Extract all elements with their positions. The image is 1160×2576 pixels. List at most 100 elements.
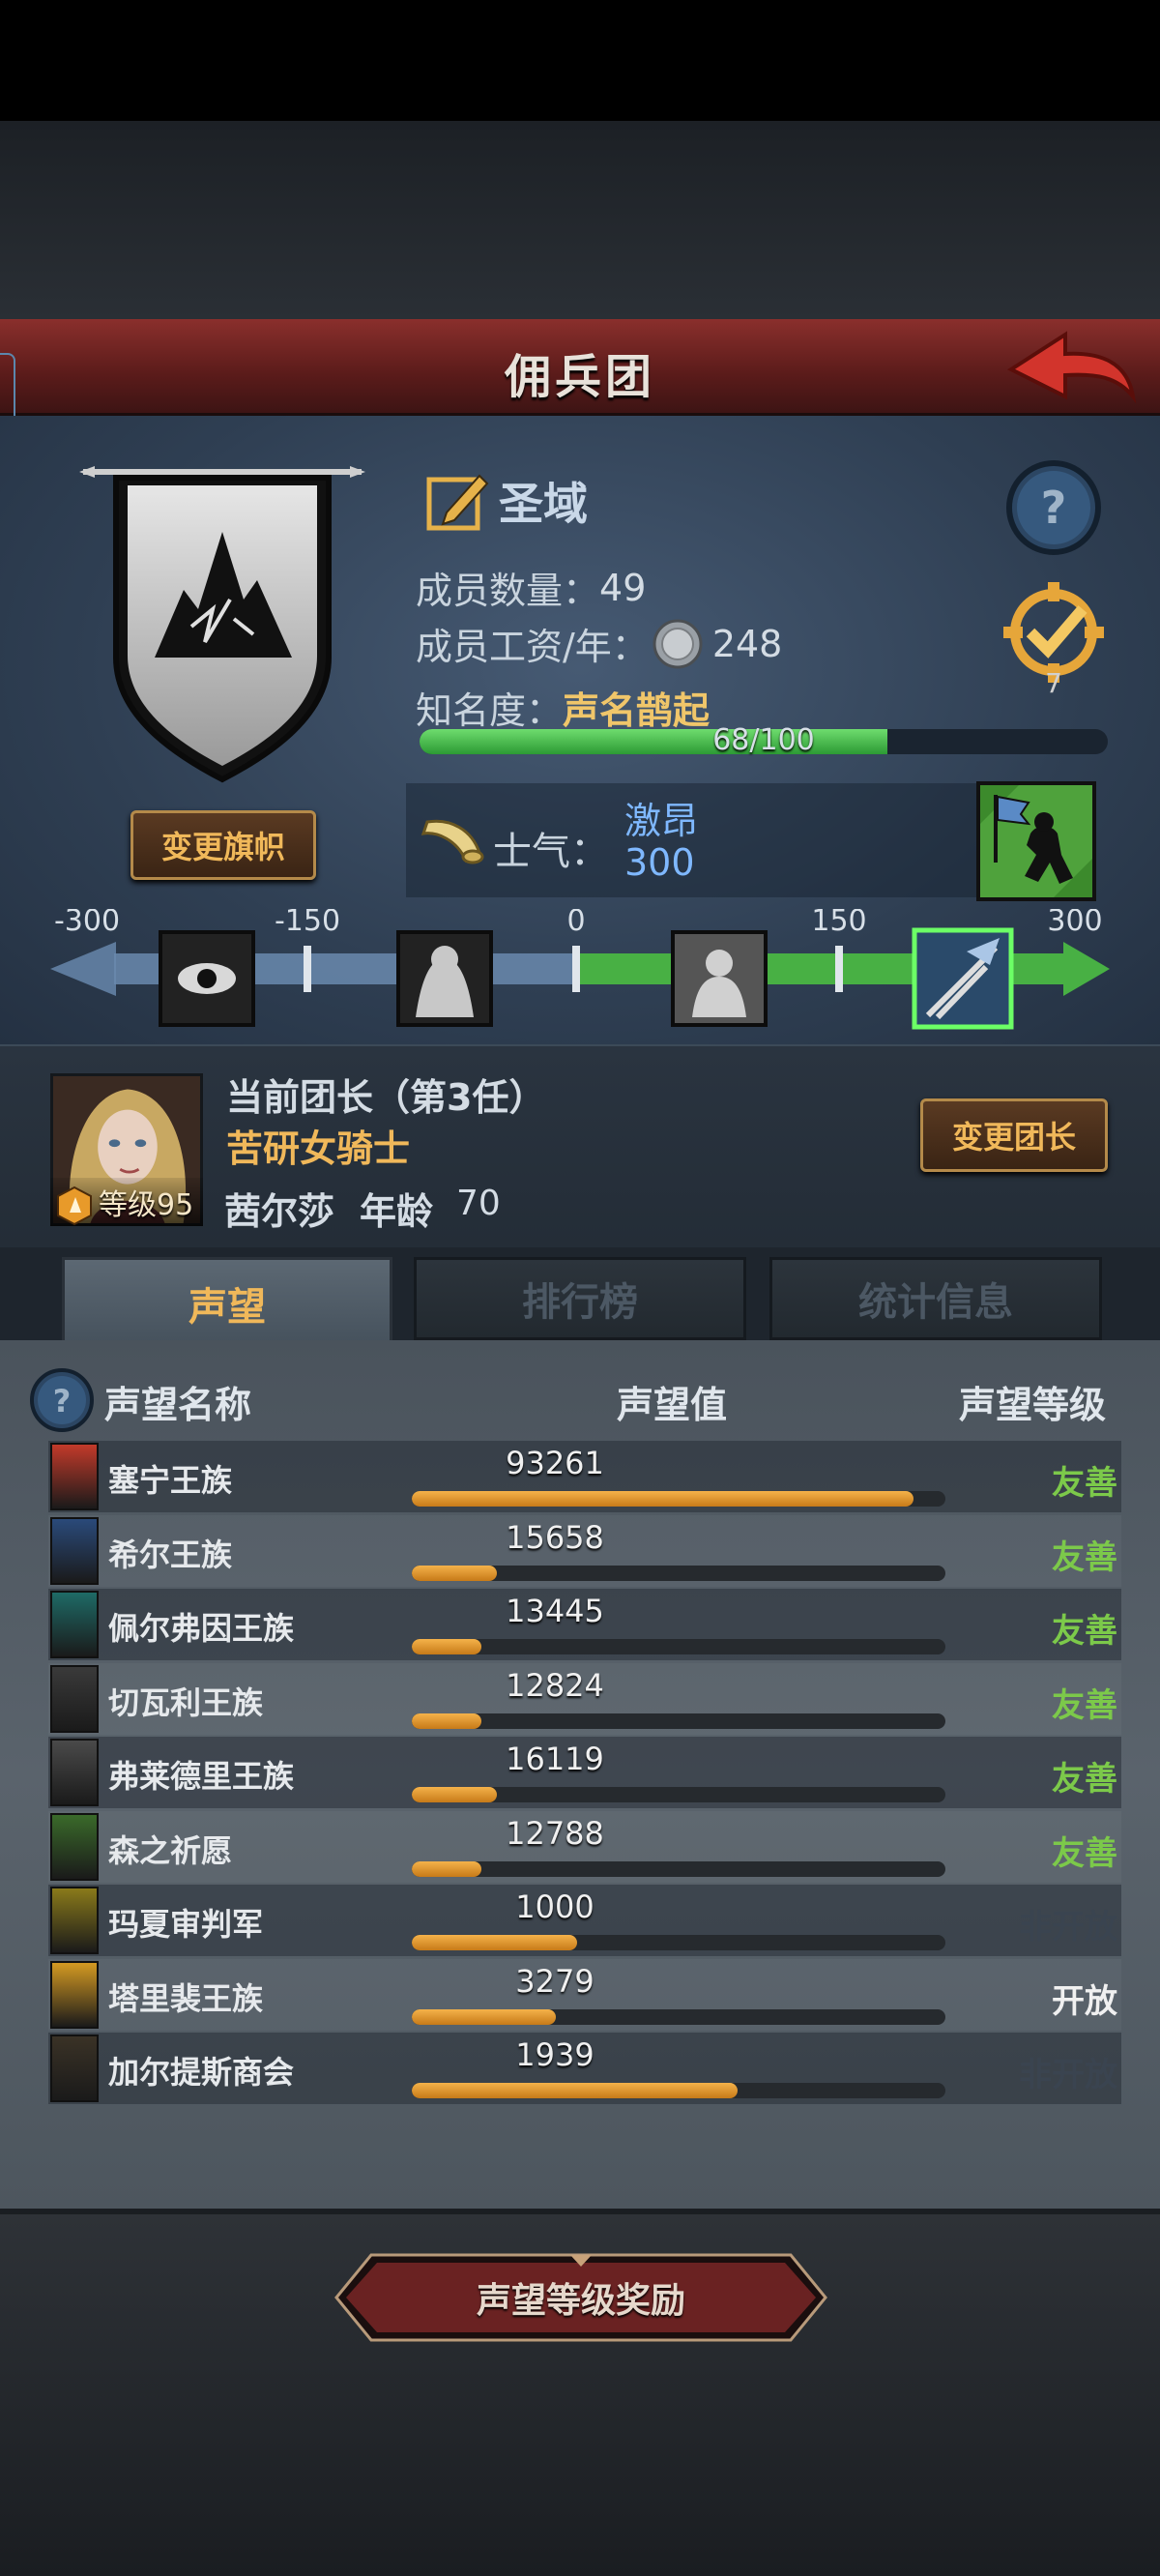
faction-emblem-icon [50,1591,99,1658]
reputation-level: 友善 [1052,1833,1117,1873]
achievement-icon[interactable]: 7 [1001,580,1106,696]
header-rep-name: 声望名称 [104,1384,252,1426]
reputation-value: 3279 [515,1962,594,2000]
morale-status-icon[interactable] [976,781,1096,901]
reputation-reward-label: 声望等级奖励 [476,2281,685,2321]
header-rep-level: 声望等级 [959,1384,1107,1426]
reputation-bar [412,1787,945,1802]
morale-scale-tick [304,946,311,992]
morale-scale-label: -300 [54,909,120,938]
morale-scale-tick [572,946,580,992]
morale-label: 士气： [493,830,609,874]
reputation-bar-fill [412,2008,557,2025]
reputation-value: 93261 [506,1445,604,1481]
reputation-level: 友善 [1052,1685,1117,1725]
faction-emblem-icon [50,2034,99,2102]
reputation-level: 友善 [1052,1612,1117,1651]
reputation-row[interactable]: 佩尔弗因王族 13445 友善 [48,1589,1121,1660]
reputation-level: 友善 [1052,1464,1117,1503]
morale-scale: -300 -150 0 150 300 [50,909,1110,1030]
reputation-value: 12824 [506,1666,604,1704]
morale-icon-high[interactable] [912,927,1014,1030]
leader-class: 苦研女骑士 [226,1127,411,1170]
change-leader-button[interactable]: 变更团长 [920,1098,1108,1172]
faction-name: 森之祈愿 [108,1831,233,1869]
reputation-level: 非开放 [1019,2056,1117,2094]
reputation-bar-fill [412,1712,481,1729]
silver-coin-icon [652,619,703,668]
reputation-bar [412,2083,945,2098]
reputation-level: 非开放 [1019,1908,1117,1947]
level-hex-icon [57,1186,92,1226]
reputation-value: 1000 [515,1888,594,1925]
reputation-value: 1939 [515,2036,594,2073]
reputation-bar [412,2008,945,2025]
svg-text:?: ? [1041,482,1067,534]
faction-name: 塔里裴王族 [108,1979,264,2017]
tab-ranking[interactable]: 排行榜 [414,1257,746,1340]
salary-label: 成员工资/年： [416,626,649,668]
change-flag-button[interactable]: 变更旗帜 [130,810,316,880]
reputation-bar [412,1565,945,1581]
reputation-value: 12788 [506,1814,604,1852]
reputation-bar-fill [412,2083,738,2098]
top-status-area [0,0,1160,121]
leader-level-badge: 等级95 [50,1178,203,1226]
leader-age-label: 年龄 [360,1190,434,1233]
reputation-row[interactable]: 希尔王族 15658 友善 [48,1514,1121,1587]
reputation-row[interactable]: 弗莱德里王族 16119 友善 [48,1737,1121,1808]
tab-reputation[interactable]: 声望 [62,1257,392,1346]
tab-statistics[interactable]: 统计信息 [769,1257,1102,1340]
faction-name: 加尔提斯商会 [108,2054,295,2091]
reputation-row[interactable]: 塔里裴王族 3279 开放 [48,1958,1121,2031]
header-rep-value: 声望值 [617,1384,728,1426]
morale-icon-despair[interactable] [159,930,255,1027]
morale-state: 激昂 [624,800,699,842]
reputation-row[interactable]: 森之祈愿 12788 友善 [48,1810,1121,1883]
page-title: 佣兵团 [504,350,655,404]
reputation-bar [412,1935,945,1950]
leader-age: 70 [456,1184,501,1223]
reputation-level: 开放 [1052,1981,1117,2021]
faction-name: 塞宁王族 [108,1462,233,1499]
morale-scale-tick [835,946,843,992]
fame-progress-text: 68/100 [712,723,815,757]
reputation-bar-fill [412,1565,498,1581]
reputation-bar [412,1639,945,1654]
morale-scale-label: -150 [275,909,340,938]
reputation-level: 友善 [1052,1760,1117,1799]
achievement-count: 7 [1045,667,1062,696]
help-icon[interactable]: ? [1005,459,1102,556]
reputation-row[interactable]: 玛夏审判军 1000 非开放 [48,1885,1121,1956]
svg-text:?: ? [53,1383,72,1420]
list-help-icon[interactable]: ? [29,1367,95,1433]
leader-level: 等级95 [99,1188,194,1222]
reputation-bar-fill [412,1860,481,1877]
reputation-row[interactable]: 切瓦利王族 12824 友善 [48,1662,1121,1735]
members-count: 49 [599,566,647,609]
salary-value: 248 [711,622,783,665]
faction-emblem-icon [50,1812,99,1881]
reputation-bar [412,1860,945,1877]
salary-row: 成员工资/年： 248 [416,617,782,670]
guild-banner-icon[interactable] [77,464,367,793]
reputation-bar-fill [412,1491,914,1507]
reputation-value: 16119 [506,1741,604,1777]
morale-scale-label: 150 [811,909,866,938]
leader-title: 当前团长（第3任） [226,1076,546,1119]
reputation-row[interactable]: 塞宁王族 93261 友善 [48,1441,1121,1512]
header-bar: 佣兵团 [0,319,1160,416]
reputation-bar [412,1491,945,1507]
edit-name-icon[interactable] [425,466,493,534]
faction-name: 佩尔弗因王族 [108,1610,295,1647]
leader-name: 茜尔莎 [224,1190,335,1233]
faction-name: 玛夏审判军 [108,1906,264,1943]
morale-icon-calm[interactable] [671,930,768,1027]
guild-name: 圣域 [499,478,588,530]
reputation-row[interactable]: 加尔提斯商会 1939 非开放 [48,2033,1121,2104]
morale-scale-label: 300 [1047,909,1102,938]
morale-icon-fear[interactable] [396,930,493,1027]
reputation-bar-fill [412,1935,578,1950]
faction-emblem-icon [50,1443,99,1510]
back-arrow-icon[interactable] [1003,329,1139,406]
